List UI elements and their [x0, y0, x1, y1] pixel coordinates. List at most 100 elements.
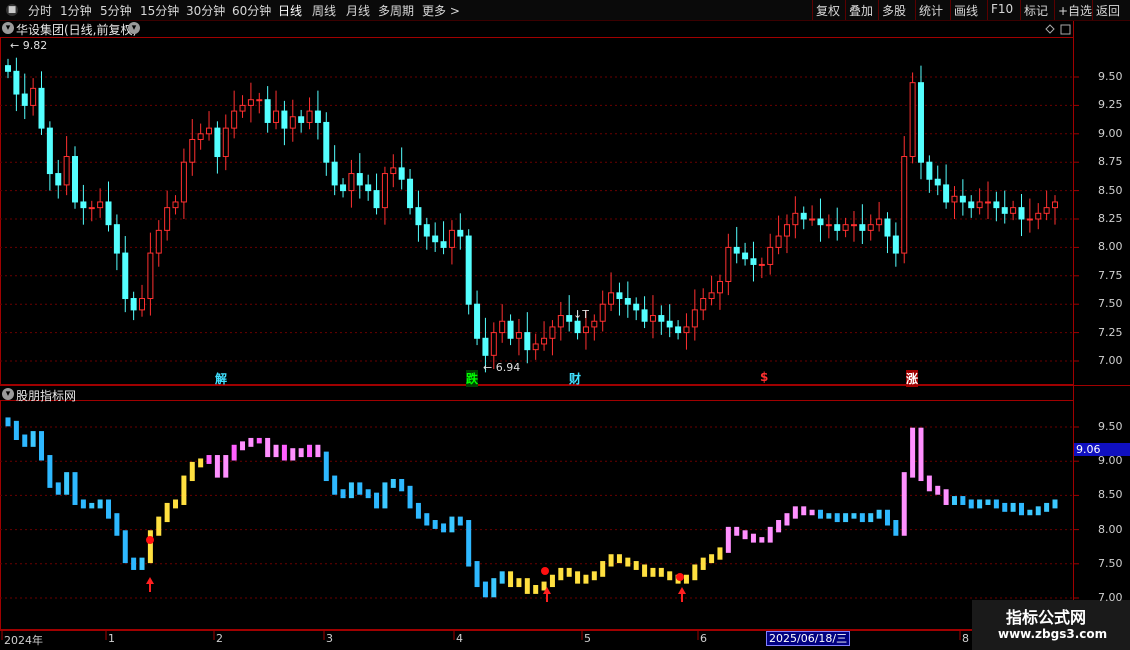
- indicator-bar: [1052, 499, 1058, 509]
- indicator-bar: [851, 513, 857, 519]
- indicator-bar: [767, 526, 773, 543]
- indicator-bar: [1002, 502, 1008, 512]
- indicator-bar: [642, 564, 648, 577]
- candle-body: [524, 332, 531, 351]
- candle-body: [490, 332, 497, 356]
- event-marker[interactable]: 跌: [466, 370, 479, 387]
- y-tick-label: 7.50: [1098, 297, 1123, 311]
- indicator-bar: [348, 482, 354, 499]
- indicator-bar: [214, 455, 220, 478]
- indicator-bar: [1010, 502, 1016, 512]
- candle-body: [97, 201, 104, 209]
- signal-arrow-head: [146, 577, 154, 584]
- candle-body: [775, 235, 782, 248]
- event-marker[interactable]: $: [760, 370, 768, 384]
- chevron-down-icon[interactable]: ▾: [128, 22, 140, 34]
- indicator-bar: [817, 509, 823, 519]
- candle-body: [448, 229, 455, 248]
- indicator-bar: [985, 499, 991, 505]
- indicator-bar: [189, 461, 195, 482]
- candle-body: [884, 218, 891, 237]
- candle-body: [273, 110, 280, 123]
- indicator-bar: [147, 530, 153, 564]
- indicator-collapse-icon[interactable]: ▾: [2, 388, 14, 400]
- candle-body: [608, 292, 615, 305]
- indicator-bar: [97, 499, 103, 509]
- candle-body: [105, 201, 112, 226]
- y-tick-label: 8.75: [1098, 155, 1123, 169]
- y-tick-label: 8.50: [1098, 183, 1123, 197]
- y-tick-label: 7.00: [1098, 354, 1123, 367]
- candle-body: [742, 252, 749, 260]
- indicator-bar: [499, 571, 505, 584]
- event-marker[interactable]: 解: [215, 370, 227, 387]
- candle-body: [725, 246, 732, 282]
- y-tick-label: 7.25: [1098, 325, 1123, 339]
- indicator-bar: [491, 578, 497, 598]
- candle-body: [474, 303, 481, 339]
- candle-body: [21, 93, 28, 106]
- event-marker[interactable]: 涨: [906, 370, 919, 387]
- indicator-bar: [608, 554, 614, 567]
- candle-body: [817, 218, 824, 226]
- indicator-bar: [876, 509, 882, 519]
- candle-body: [206, 127, 213, 135]
- candle-body: [758, 263, 765, 266]
- candle-body: [63, 156, 70, 186]
- candle-body: [574, 320, 581, 334]
- indicator-bar: [843, 513, 849, 523]
- indicator-bar: [449, 516, 455, 533]
- indicator-bar: [893, 520, 899, 536]
- candle-body: [616, 292, 623, 300]
- indicator-bar: [357, 482, 363, 495]
- indicator-bar: [106, 499, 112, 519]
- indicator-bar: [508, 571, 514, 588]
- candle-body: [683, 326, 690, 334]
- indicator-bar: [198, 458, 204, 468]
- cursor-date: 2025/06/18/三: [766, 631, 851, 646]
- indicator-bar: [131, 557, 137, 570]
- indicator-bar: [265, 437, 271, 458]
- indicator-bar: [181, 475, 187, 505]
- indicator-bar: [935, 485, 941, 495]
- indicator-bar: [575, 571, 581, 584]
- candle-body: [482, 337, 489, 356]
- candle-body: [549, 326, 556, 339]
- indicator-bar: [918, 427, 924, 482]
- indicator-bar: [139, 557, 145, 570]
- candle-body: [323, 121, 330, 163]
- candle-body: [675, 326, 682, 334]
- candle-body: [767, 246, 774, 265]
- indicator-bar: [474, 561, 480, 588]
- event-marker[interactable]: 财: [569, 370, 581, 387]
- candle-body: [164, 207, 171, 231]
- candle-body: [867, 224, 874, 231]
- candle-body: [306, 110, 313, 123]
- indicator-bar: [859, 513, 865, 523]
- indicator-bar: [64, 472, 70, 495]
- collapse-icon[interactable]: ▾: [2, 22, 14, 34]
- candle-body: [189, 138, 196, 163]
- indicator-bar: [524, 578, 530, 594]
- candle-body: [231, 110, 238, 129]
- indicator-bar: [248, 437, 254, 447]
- indicator-bar: [1018, 502, 1024, 516]
- candle-body: [809, 218, 816, 221]
- indicator-bar: [734, 526, 740, 536]
- indicator-bar: [667, 571, 673, 581]
- indicator-bar: [55, 482, 61, 495]
- candle-body: [381, 173, 388, 209]
- indicator-bar: [80, 499, 86, 509]
- candle-body: [13, 70, 20, 95]
- indicator-bar: [742, 530, 748, 540]
- indicator-bar: [307, 444, 313, 458]
- indicator-bar: [801, 506, 807, 516]
- indicator-bar: [114, 513, 120, 536]
- x-tick-label: 5: [584, 632, 591, 645]
- candle-body: [926, 161, 933, 180]
- candle-body: [892, 235, 899, 254]
- candle-body: [348, 173, 355, 192]
- candle-body: [541, 337, 548, 345]
- y-tick-label: 8.50: [1098, 488, 1123, 502]
- candle-body: [247, 99, 254, 106]
